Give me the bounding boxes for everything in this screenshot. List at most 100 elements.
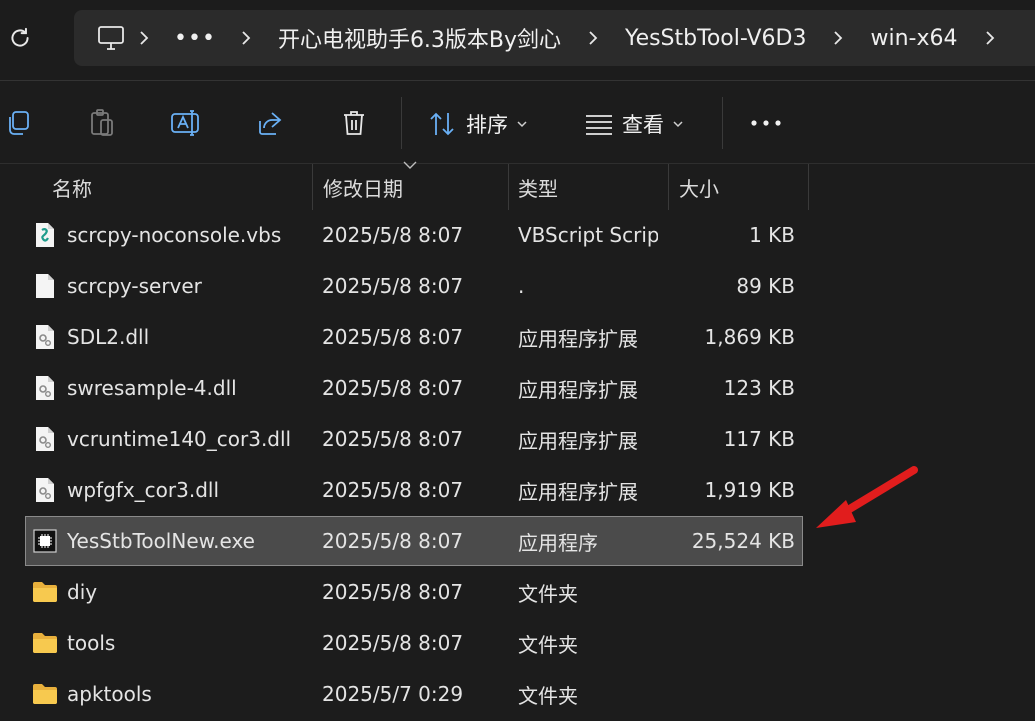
- file-date: 2025/5/8 8:07: [322, 325, 464, 349]
- file-type: 文件夹: [518, 581, 578, 606]
- file-type: 应用程序扩展: [518, 479, 638, 504]
- file-name: scrcpy-noconsole.vbs: [67, 223, 282, 247]
- vbs-script-icon: [32, 211, 58, 259]
- dll-file-icon: [32, 415, 58, 463]
- file-type: 文件夹: [518, 632, 578, 657]
- file-date: 2025/5/7 0:29: [322, 682, 464, 706]
- dll-file-icon: [32, 313, 58, 361]
- column-divider[interactable]: [668, 164, 669, 210]
- file-type: 应用程序扩展: [518, 326, 638, 351]
- breadcrumb[interactable]: ••• 开心电视助手6.3版本By剑心 YesStbTool-V6D3 win-…: [74, 10, 1035, 66]
- file-type: VBScript Script File: [518, 223, 658, 247]
- address-bar-area: ••• 开心电视助手6.3版本By剑心 YesStbTool-V6D3 win-…: [0, 0, 1035, 80]
- view-label: 查看: [622, 113, 664, 137]
- chevron-down-icon: [673, 121, 683, 128]
- file-size: 89 KB: [736, 274, 795, 298]
- file-date: 2025/5/8 8:07: [322, 223, 464, 247]
- paste-icon[interactable]: [84, 105, 120, 141]
- rename-icon[interactable]: [168, 105, 204, 141]
- file-type: 文件夹: [518, 683, 578, 708]
- file-type: 应用程序扩展: [518, 377, 638, 402]
- file-date: 2025/5/8 8:07: [322, 631, 464, 655]
- breadcrumb-item[interactable]: 开心电视助手6.3版本By剑心: [264, 22, 575, 54]
- file-date: 2025/5/8 8:07: [322, 478, 464, 502]
- dll-file-icon: [32, 466, 58, 514]
- file-row[interactable]: vcruntime140_cor3.dll 2025/5/8 8:07 应用程序…: [26, 415, 802, 463]
- breadcrumb-item[interactable]: win-x64: [856, 26, 971, 51]
- file-row[interactable]: diy 2025/5/8 8:07 文件夹: [26, 568, 802, 616]
- file-name: swresample-4.dll: [67, 376, 237, 400]
- chevron-down-icon: [517, 121, 527, 128]
- chevron-right-icon[interactable]: [820, 30, 856, 46]
- sort-icon: [430, 112, 454, 136]
- breadcrumb-item[interactable]: YesStbTool-V6D3: [611, 26, 820, 51]
- column-size[interactable]: 大小: [679, 164, 719, 210]
- chevron-right-icon[interactable]: [228, 30, 264, 46]
- column-header: 名称 修改日期 类型 大小: [0, 164, 1035, 210]
- file-row[interactable]: wpfgfx_cor3.dll 2025/5/8 8:07 应用程序扩展 1,9…: [26, 466, 802, 514]
- divider: [722, 97, 723, 149]
- file-size: 117 KB: [723, 427, 795, 451]
- file-date: 2025/5/8 8:07: [322, 274, 464, 298]
- column-name[interactable]: 名称: [52, 164, 92, 210]
- folder-icon: [32, 670, 58, 718]
- refresh-icon[interactable]: [4, 22, 36, 54]
- file-row[interactable]: swresample-4.dll 2025/5/8 8:07 应用程序扩展 12…: [26, 364, 802, 412]
- file-name: diy: [67, 580, 98, 604]
- blank-file-icon: [32, 262, 58, 310]
- file-row[interactable]: scrcpy-noconsole.vbs 2025/5/8 8:07 VBScr…: [26, 211, 802, 259]
- column-date[interactable]: 修改日期: [323, 164, 403, 210]
- column-divider[interactable]: [312, 164, 313, 210]
- file-row[interactable]: SDL2.dll 2025/5/8 8:07 应用程序扩展 1,869 KB: [26, 313, 802, 361]
- file-row-selected[interactable]: YesStbToolNew.exe 2025/5/8 8:07 应用程序 25,…: [25, 516, 803, 566]
- more-crumbs-icon[interactable]: •••: [162, 26, 228, 51]
- file-name: scrcpy-server: [67, 274, 202, 298]
- file-row[interactable]: scrcpy-server 2025/5/8 8:07 . 89 KB: [26, 262, 802, 310]
- file-size: [666, 568, 795, 616]
- file-name: YesStbToolNew.exe: [67, 529, 255, 553]
- chevron-right-icon[interactable]: [972, 30, 1008, 46]
- view-list-icon: [586, 115, 612, 135]
- dll-file-icon: [32, 364, 58, 412]
- file-name: vcruntime140_cor3.dll: [67, 427, 292, 451]
- copy-icon[interactable]: [0, 105, 36, 141]
- this-pc-icon[interactable]: [96, 23, 126, 53]
- file-size: [666, 619, 795, 667]
- annotation-arrow-icon: [816, 466, 918, 528]
- file-row[interactable]: apktools 2025/5/7 0:29 文件夹: [26, 670, 802, 718]
- file-size: 123 KB: [723, 376, 795, 400]
- file-size: [666, 670, 795, 718]
- file-name: tools: [67, 631, 116, 655]
- chevron-right-icon[interactable]: [126, 30, 162, 46]
- file-size: 1,869 KB: [704, 325, 795, 349]
- column-divider[interactable]: [808, 164, 809, 210]
- chevron-right-icon[interactable]: [575, 30, 611, 46]
- file-name: wpfgfx_cor3.dll: [67, 478, 220, 502]
- folder-icon: [32, 568, 58, 616]
- command-bar: 排序 查看: [0, 81, 1035, 163]
- sort-button[interactable]: 排序: [428, 109, 528, 139]
- file-size: 1 KB: [749, 223, 795, 247]
- column-divider[interactable]: [508, 164, 509, 210]
- sort-label: 排序: [466, 113, 508, 137]
- view-button[interactable]: 查看: [584, 109, 684, 139]
- file-type: 应用程序: [518, 530, 598, 555]
- file-type: 应用程序扩展: [518, 428, 638, 453]
- file-date: 2025/5/8 8:07: [322, 580, 464, 604]
- file-name: apktools: [67, 682, 152, 706]
- file-size: 25,524 KB: [691, 529, 795, 553]
- exe-file-icon: [32, 517, 58, 565]
- share-icon[interactable]: [252, 105, 288, 141]
- file-date: 2025/5/8 8:07: [322, 427, 464, 451]
- file-size: 1,919 KB: [704, 478, 795, 502]
- column-type[interactable]: 类型: [518, 164, 558, 210]
- file-date: 2025/5/8 8:07: [322, 376, 464, 400]
- file-row[interactable]: tools 2025/5/8 8:07 文件夹: [26, 619, 802, 667]
- more-options-icon[interactable]: [748, 105, 784, 141]
- divider: [401, 97, 402, 149]
- delete-icon[interactable]: [336, 105, 372, 141]
- file-type: .: [518, 274, 525, 298]
- file-name: SDL2.dll: [67, 325, 150, 349]
- file-date: 2025/5/8 8:07: [322, 529, 464, 553]
- folder-icon: [32, 619, 58, 667]
